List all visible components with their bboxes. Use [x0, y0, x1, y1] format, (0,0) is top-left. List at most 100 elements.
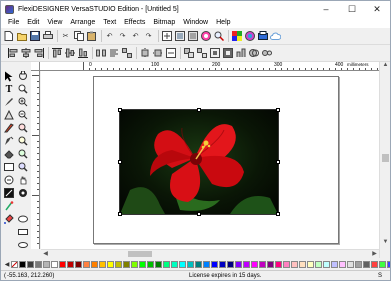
- vertical-ruler[interactable]: [31, 71, 40, 249]
- order-back-icon[interactable]: [222, 48, 233, 59]
- color-swatch[interactable]: [227, 260, 234, 268]
- save-icon[interactable]: [29, 31, 40, 42]
- color-swatch[interactable]: [99, 260, 106, 268]
- swatch-icon[interactable]: [244, 31, 255, 42]
- color-swatch[interactable]: [323, 260, 330, 268]
- color-swatch[interactable]: [67, 260, 74, 268]
- minimize-button[interactable]: –: [313, 1, 339, 17]
- align-center-icon[interactable]: [20, 48, 31, 59]
- menu-bitmap[interactable]: Bitmap: [149, 17, 179, 28]
- color-swatch[interactable]: [155, 260, 162, 268]
- vertical-scrollbar[interactable]: ▲ ▼: [379, 62, 390, 258]
- align-right-icon[interactable]: [33, 48, 44, 59]
- scroll-down-icon[interactable]: ▼: [381, 239, 390, 248]
- zoom-icon[interactable]: [213, 31, 224, 42]
- ellipse-tool-icon[interactable]: [17, 213, 29, 225]
- color-swatch[interactable]: [283, 260, 290, 268]
- color-swatch[interactable]: [331, 260, 338, 268]
- group-icon[interactable]: [183, 48, 194, 59]
- menu-arrange[interactable]: Arrange: [66, 17, 99, 28]
- color-swatch[interactable]: [171, 260, 178, 268]
- hibiscus-image[interactable]: [119, 109, 279, 215]
- color-swatch[interactable]: [147, 260, 154, 268]
- color-swatch[interactable]: [291, 260, 298, 268]
- color-swatch[interactable]: [115, 260, 122, 268]
- color-swatch[interactable]: [347, 260, 354, 268]
- distribute-icon[interactable]: [121, 48, 132, 59]
- export-icon[interactable]: [174, 31, 185, 42]
- color-icon[interactable]: [231, 31, 242, 42]
- color-swatch[interactable]: [267, 260, 274, 268]
- color-swatch[interactable]: [251, 260, 258, 268]
- brush-tool-icon[interactable]: [3, 96, 15, 108]
- menu-edit[interactable]: Edit: [23, 17, 43, 28]
- fill-tool-icon[interactable]: [3, 213, 15, 225]
- cut-icon[interactable]: ✂: [60, 31, 71, 42]
- redo-alt-icon[interactable]: ↷: [143, 31, 154, 42]
- color-wheel-icon[interactable]: [200, 31, 211, 42]
- combine-icon[interactable]: [248, 48, 259, 59]
- ungroup-icon[interactable]: [196, 48, 207, 59]
- color-swatch[interactable]: [35, 260, 42, 268]
- rect-shape-icon[interactable]: [17, 226, 29, 238]
- zoom-page-icon[interactable]: [17, 135, 29, 147]
- color-swatch[interactable]: [299, 260, 306, 268]
- node-edit-icon[interactable]: [17, 70, 29, 82]
- color-swatch[interactable]: [307, 260, 314, 268]
- horizontal-scrollbar[interactable]: ◀ ▶: [41, 249, 379, 258]
- print-icon[interactable]: [42, 31, 53, 42]
- color-swatch[interactable]: [75, 260, 82, 268]
- selection-handle-ne[interactable]: [276, 108, 280, 112]
- color-swatch[interactable]: [27, 260, 34, 268]
- color-swatch[interactable]: [83, 260, 90, 268]
- rectangle-tool-icon[interactable]: [3, 161, 15, 173]
- weld-icon[interactable]: [165, 48, 176, 59]
- menu-window[interactable]: Window: [179, 17, 212, 28]
- color-swatch[interactable]: [315, 260, 322, 268]
- zoom-fit-icon[interactable]: [17, 122, 29, 134]
- new-icon[interactable]: [3, 31, 14, 42]
- color-swatch[interactable]: [43, 260, 50, 268]
- color-swatch[interactable]: [355, 260, 362, 268]
- menu-file[interactable]: File: [4, 17, 23, 28]
- pan-tool-icon[interactable]: [17, 174, 29, 186]
- color-swatch[interactable]: [211, 260, 218, 268]
- undo-alt-icon[interactable]: ↶: [130, 31, 141, 42]
- align-left-icon[interactable]: [7, 48, 18, 59]
- menu-view[interactable]: View: [43, 17, 66, 28]
- break-icon[interactable]: [261, 48, 272, 59]
- eyedropper-tool-icon[interactable]: [17, 187, 29, 199]
- import-icon[interactable]: [161, 31, 172, 42]
- pen-tool-icon[interactable]: [3, 135, 15, 147]
- color-swatch[interactable]: [131, 260, 138, 268]
- align-bottom-icon[interactable]: [77, 48, 88, 59]
- center-v-icon[interactable]: [152, 48, 163, 59]
- color-swatch[interactable]: [59, 260, 66, 268]
- menu-effects[interactable]: Effects: [120, 17, 149, 28]
- color-swatch[interactable]: [187, 260, 194, 268]
- color-swatch[interactable]: [91, 260, 98, 268]
- palette-scroll-left-icon[interactable]: ◀: [3, 260, 11, 268]
- close-button[interactable]: ✕: [364, 1, 390, 17]
- color-swatch[interactable]: [51, 260, 58, 268]
- redo-icon[interactable]: ↷: [117, 31, 128, 42]
- color-swatch[interactable]: [339, 260, 346, 268]
- zoom-in-icon[interactable]: [17, 96, 29, 108]
- align-top-icon[interactable]: [51, 48, 62, 59]
- output-icon[interactable]: [257, 31, 268, 42]
- order-front-icon[interactable]: [209, 48, 220, 59]
- zoom-out-icon[interactable]: [17, 109, 29, 121]
- shape-tool-icon[interactable]: [3, 109, 15, 121]
- horizontal-scroll-thumb[interactable]: [128, 251, 152, 257]
- zoom-selection-icon[interactable]: [17, 161, 29, 173]
- oval-shape-icon[interactable]: [17, 239, 29, 251]
- open-icon[interactable]: [16, 31, 27, 42]
- selection-handle-n[interactable]: [197, 108, 201, 112]
- gradient-tool-icon[interactable]: [3, 187, 15, 199]
- arrange-icon[interactable]: [235, 48, 246, 59]
- menu-text[interactable]: Text: [99, 17, 120, 28]
- horizontal-ruler[interactable]: 0 100 200 300 400 millimeters: [31, 62, 379, 71]
- scan-icon[interactable]: [187, 31, 198, 42]
- color-swatch[interactable]: [163, 260, 170, 268]
- no-color-swatch[interactable]: [11, 260, 18, 268]
